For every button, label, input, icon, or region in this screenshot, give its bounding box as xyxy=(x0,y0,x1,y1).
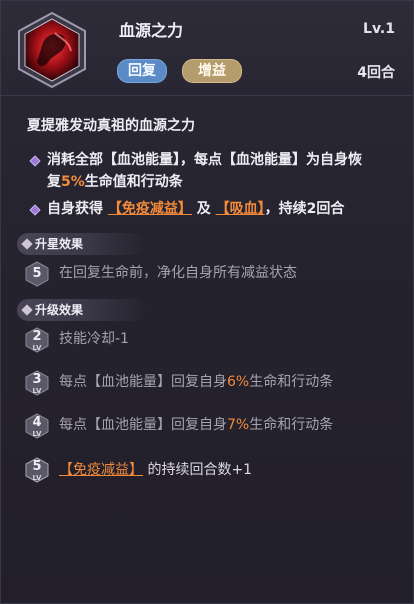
upgrade-badge-lv: LV xyxy=(32,387,42,395)
upgrade-row-4-text-b: 的持续回合数+1 xyxy=(147,462,253,478)
description-line-1-pct: 5% xyxy=(61,174,85,190)
upgrade-row-3-text-a: 每点【血池能量】回复自身 xyxy=(59,417,227,433)
skill-tooltip-panel: 血源之力 Lv.1 回复 增益 4回合 夏提雅发动真祖的血源之力 消耗全部【血池… xyxy=(0,0,414,604)
description-line-2-end: ，持续2回合 xyxy=(264,201,345,217)
tag-heal: 回复 xyxy=(117,59,167,83)
tag-buff: 增益 xyxy=(182,59,242,83)
star-effect-label: 升星效果 xyxy=(35,237,84,251)
description-line-2-mid: 及 xyxy=(196,201,211,217)
upgrade-badge-lv: LV xyxy=(32,474,42,482)
upgrade-row-2-text-b: 生命和行动条 xyxy=(249,374,334,390)
skill-title: 血源之力 xyxy=(119,21,184,40)
upgrade-badge-lv: LV xyxy=(32,344,42,352)
section-diamond-icon xyxy=(21,304,33,316)
description-line-1: 消耗全部【血池能量】，每点【血池能量】为自身恢 复5%生命值和行动条 xyxy=(47,149,362,193)
upgrade-row-3-text: 每点【血池能量】回复自身7%生命和行动条 xyxy=(59,414,333,436)
lifesteal-link[interactable]: 【吸血】 xyxy=(216,201,265,217)
upgrade-row-3-pct: 7% xyxy=(227,417,250,433)
upgrade-row-2-pct: 6% xyxy=(227,374,250,390)
upgrade-badge-number: 2 xyxy=(32,329,42,344)
description-line-1-part1: 消耗全部【血池能量】，每点【血池能量】为自身恢 xyxy=(47,152,362,168)
description-line-2: 自身获得 【免疫减益】 及 【吸血】，持续2回合 xyxy=(47,198,344,220)
upgrade-row-4-text: 【免疫减益】 的持续回合数+1 xyxy=(59,459,252,481)
upgrade-badge-4: 5 LV xyxy=(25,457,49,483)
description-line-1-part2b: 生命值和行动条 xyxy=(84,174,183,190)
section-diamond-icon xyxy=(21,238,33,250)
skill-level: Lv.1 xyxy=(363,21,395,37)
upgrade-effect-label: 升级效果 xyxy=(35,303,84,317)
star-effect-text: 在回复生命前，净化自身所有减益状态 xyxy=(59,265,297,281)
upgrade-badge-number: 5 xyxy=(32,459,42,474)
blood-skill-icon xyxy=(15,11,89,89)
diamond-bullet-icon xyxy=(29,155,41,167)
diamond-bullet-icon xyxy=(29,204,41,216)
star-effect-header: 升星效果 xyxy=(17,233,147,255)
upgrade-effect-header: 升级效果 xyxy=(17,299,147,321)
upgrade-badge-3: 4 LV xyxy=(25,413,49,439)
star-badge-number: 5 xyxy=(32,266,42,281)
upgrade-badge-number: 3 xyxy=(32,372,42,387)
upgrade-row-2-text-a: 每点【血池能量】回复自身 xyxy=(59,374,227,390)
upgrade-row-3-text-b: 生命和行动条 xyxy=(249,417,334,433)
upgrade-badge-1: 2 LV xyxy=(25,327,49,353)
description-line-1-part2a: 复 xyxy=(47,174,61,190)
immune-debuff-link[interactable]: 【免疫减益】 xyxy=(59,462,143,478)
upgrade-badge-lv: LV xyxy=(32,430,42,438)
skill-duration: 4回合 xyxy=(357,65,395,81)
star-badge: 5 xyxy=(25,261,49,287)
description-title: 夏提雅发动真祖的血源之力 xyxy=(27,118,195,134)
upgrade-row-1-text: 技能冷却-1 xyxy=(59,331,129,347)
immune-debuff-link[interactable]: 【免疫减益】 xyxy=(108,201,192,217)
upgrade-badge-2: 3 LV xyxy=(25,370,49,396)
upgrade-badge-number: 4 xyxy=(32,415,42,430)
skill-header: 血源之力 Lv.1 回复 增益 4回合 xyxy=(1,1,413,96)
upgrade-row-2-text: 每点【血池能量】回复自身6%生命和行动条 xyxy=(59,371,333,393)
description-line-2-part1: 自身获得 xyxy=(47,201,103,217)
